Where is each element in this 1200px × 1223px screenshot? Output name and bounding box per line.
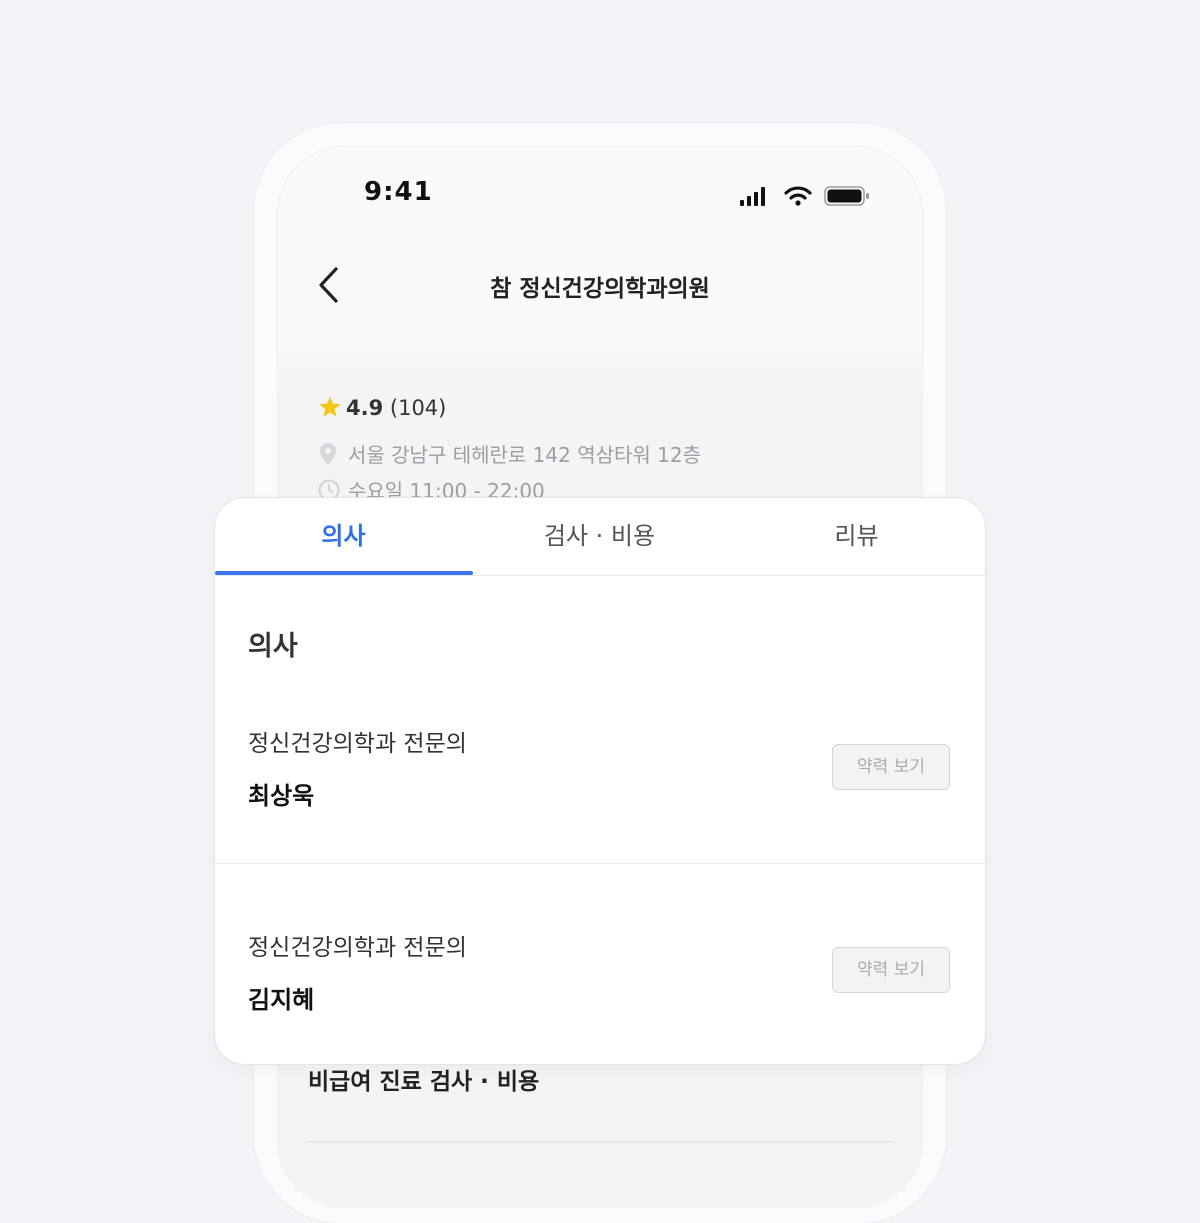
tab-doctors[interactable]: 의사 bbox=[215, 498, 472, 575]
section-title: 의사 bbox=[248, 631, 298, 662]
address-row: 서울 강남구 테헤란로 142 역삼타워 12층 bbox=[318, 439, 701, 471]
doctor-name: 김지혜 bbox=[248, 986, 315, 1014]
signal-icon bbox=[740, 187, 765, 206]
doctor-specialty: 정신건강의학과 전문의 bbox=[248, 731, 467, 757]
cost-section-heading: 비급여 진료 검사 · 비용 bbox=[308, 1069, 540, 1095]
battery-icon bbox=[824, 186, 869, 206]
page-title: 참 정신건강의학과의원 bbox=[490, 276, 710, 302]
divider bbox=[306, 1141, 894, 1143]
status-time: 9:41 bbox=[364, 177, 433, 207]
divider bbox=[215, 863, 985, 864]
tab-reviews[interactable]: 리뷰 bbox=[728, 498, 985, 575]
tab-tests-costs[interactable]: 검사 · 비용 bbox=[471, 498, 728, 575]
rating-value: 4.9 bbox=[346, 396, 384, 420]
doctor-info-card: 의사 검사 · 비용 리뷰 의사 정신건강의학과 전문의 최상욱 약력 보기 정… bbox=[215, 498, 985, 1064]
doctor-name: 최상욱 bbox=[248, 782, 315, 810]
rating-row: 4.9 (104) bbox=[318, 395, 446, 420]
view-profile-button[interactable]: 약력 보기 bbox=[832, 947, 950, 993]
doctor-specialty: 정신건강의학과 전문의 bbox=[248, 935, 467, 961]
star-icon bbox=[319, 396, 341, 417]
active-tab-indicator bbox=[215, 571, 473, 575]
view-profile-button[interactable]: 약력 보기 bbox=[832, 744, 950, 790]
tab-bar: 의사 검사 · 비용 리뷰 bbox=[215, 498, 985, 576]
address-text: 서울 강남구 테헤란로 142 역삼타워 12층 bbox=[348, 443, 702, 467]
review-count: (104) bbox=[389, 396, 447, 420]
wifi-icon bbox=[784, 186, 812, 206]
location-pin-icon bbox=[320, 443, 336, 465]
